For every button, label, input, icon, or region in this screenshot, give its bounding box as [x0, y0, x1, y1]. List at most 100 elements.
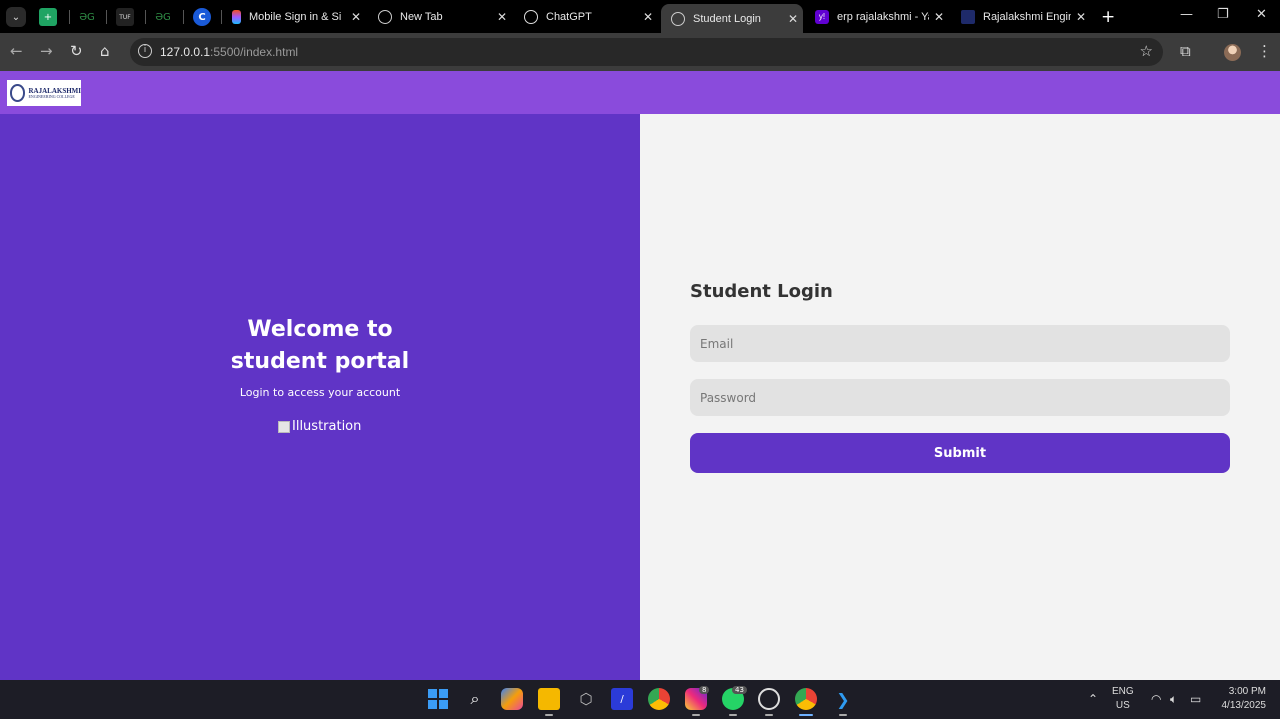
close-icon[interactable]: ✕: [1071, 10, 1091, 24]
extensions-icon[interactable]: ⧉: [1180, 42, 1191, 60]
tuf-icon[interactable]: TUF: [116, 8, 134, 26]
close-icon[interactable]: ✕: [929, 10, 949, 24]
bookmark-star-icon[interactable]: ☆: [1140, 42, 1153, 60]
search-icon[interactable]: ⌕: [464, 688, 486, 710]
volume-icon[interactable]: 🔈︎: [1170, 692, 1177, 707]
chrome-profile-icon[interactable]: [795, 688, 817, 710]
close-icon[interactable]: ✕: [492, 10, 512, 24]
geeksforgeeks-icon[interactable]: ƏG: [78, 8, 96, 26]
tab-divider: [183, 10, 184, 24]
chrome-icon[interactable]: [648, 688, 670, 710]
tab-title: New Tab: [400, 10, 443, 23]
whatsapp-badge: 43: [732, 686, 747, 694]
figma-icon: [232, 9, 241, 24]
login-panel: Student Login Submit: [640, 114, 1280, 680]
tab-title: Mobile Sign in & Si: [249, 10, 342, 23]
lang-line2: US: [1115, 700, 1130, 711]
sheets-icon[interactable]: +: [39, 8, 57, 26]
college-seal-icon: [10, 84, 26, 102]
close-icon[interactable]: ✕: [783, 12, 803, 26]
close-window-icon[interactable]: ✕: [1256, 7, 1267, 22]
profile-avatar[interactable]: [1224, 44, 1241, 61]
tab-student-login[interactable]: Student Login ✕: [661, 4, 803, 33]
tab-divider: [106, 10, 107, 24]
code-app-icon[interactable]: /: [611, 688, 633, 710]
cube-app-icon[interactable]: ⬡: [575, 688, 597, 710]
running-indicator: [839, 714, 847, 716]
tab-rajalakshmi-engine[interactable]: Rajalakshmi Engine ✕: [951, 4, 1091, 29]
vscode-icon[interactable]: ❯: [832, 688, 854, 710]
lang-line1: ENG: [1112, 686, 1134, 697]
wifi-icon[interactable]: ◠: [1151, 692, 1161, 706]
globe-icon: [671, 11, 685, 26]
tab-erp-rajalakshmi[interactable]: y! erp rajalakshmi - Ya ✕: [805, 4, 949, 29]
chatgpt-icon: [524, 9, 538, 24]
tab-title: Student Login: [693, 12, 761, 25]
welcome-subtext: Login to access your account: [239, 386, 401, 399]
yahoo-icon: y!: [815, 9, 829, 24]
rec-icon: [961, 9, 975, 24]
tab-divider: [69, 10, 70, 24]
tab-new-tab[interactable]: New Tab ✕: [368, 4, 512, 29]
clock[interactable]: 3:00 PM 4/13/2025: [1214, 685, 1267, 713]
instagram-badge: 8: [699, 686, 710, 694]
chatgpt-app-icon[interactable]: [758, 688, 780, 710]
home-icon[interactable]: ⌂: [100, 42, 110, 60]
back-icon[interactable]: ←: [10, 42, 23, 60]
active-indicator: [799, 714, 813, 716]
welcome-line2: student portal: [230, 349, 410, 374]
running-indicator: [729, 714, 737, 716]
geeksforgeeks-icon[interactable]: ƏG: [154, 8, 172, 26]
login-title: Student Login: [690, 281, 833, 302]
welcome-panel: Welcome to student portal Login to acces…: [0, 114, 640, 680]
start-icon[interactable]: [427, 688, 449, 710]
page-content: RAJALAKSHMI ENGINEERING COLLEGE Welcome …: [0, 71, 1280, 680]
tab-chatgpt[interactable]: ChatGPT ✕: [514, 4, 658, 29]
clock-date: 4/13/2025: [1221, 700, 1267, 711]
canva-icon[interactable]: C: [193, 8, 211, 26]
tab-divider: [145, 10, 146, 24]
site-header: RAJALAKSHMI ENGINEERING COLLEGE: [0, 71, 1280, 114]
submit-button[interactable]: Submit: [690, 433, 1230, 473]
site-info-icon[interactable]: i: [138, 44, 152, 58]
logo-text: RAJALAKSHMI ENGINEERING COLLEGE: [28, 87, 81, 99]
browser-toolbar: ← → ↻ ⌂ i 127.0.0.1:5500/index.html ☆ ⧉ …: [0, 33, 1280, 71]
illustration-alt-text: Illustration: [292, 419, 362, 434]
close-icon[interactable]: ✕: [346, 10, 366, 24]
close-icon[interactable]: ✕: [638, 10, 658, 24]
tab-title: ChatGPT: [546, 10, 592, 23]
new-tab-icon[interactable]: +: [1101, 7, 1115, 27]
copilot-icon[interactable]: [501, 688, 523, 710]
address-bar[interactable]: i 127.0.0.1:5500/index.html ☆: [130, 38, 1163, 66]
browser-tab-bar: ⌄ + ƏG TUF ƏG C Mobile Sign in & Si ✕ Ne…: [0, 0, 1280, 33]
forward-icon[interactable]: →: [40, 42, 53, 60]
restore-icon[interactable]: ❐: [1217, 7, 1229, 22]
menu-icon[interactable]: ⋮: [1257, 42, 1272, 60]
windows-taskbar: ⌕ ⬡ / 8 43 ❯ ⌃ ENG US ◠ 🔈︎ ▭ 3:00 PM 4/1…: [0, 680, 1280, 719]
running-indicator: [692, 714, 700, 716]
file-explorer-icon[interactable]: [538, 688, 560, 710]
url-path: :5500/index.html: [210, 45, 299, 59]
reload-icon[interactable]: ↻: [70, 42, 83, 60]
battery-icon[interactable]: ▭: [1190, 692, 1201, 706]
show-hidden-icons-icon[interactable]: ⌃: [1088, 692, 1098, 706]
url-host: 127.0.0.1: [160, 45, 211, 59]
running-indicator: [765, 714, 773, 716]
welcome-line1: Welcome to: [247, 317, 393, 342]
welcome-heading: Welcome to student portal: [0, 314, 640, 378]
clock-time: 3:00 PM: [1228, 686, 1266, 697]
illustration-image: Illustration: [278, 419, 361, 434]
tab-title: Rajalakshmi Engine: [983, 10, 1071, 23]
college-logo[interactable]: RAJALAKSHMI ENGINEERING COLLEGE: [7, 80, 81, 106]
password-field[interactable]: [690, 379, 1230, 416]
minimize-icon[interactable]: —: [1180, 7, 1193, 22]
broken-image-icon: [278, 420, 290, 433]
email-field[interactable]: [690, 325, 1230, 362]
tab-search-icon[interactable]: ⌄: [6, 7, 26, 27]
tab-title: erp rajalakshmi - Ya: [837, 10, 929, 23]
language-indicator[interactable]: ENG US: [1112, 685, 1134, 713]
url-text: 127.0.0.1:5500/index.html: [160, 45, 298, 59]
running-indicator: [545, 714, 553, 716]
tab-mobile-sign-in[interactable]: Mobile Sign in & Si ✕: [222, 4, 366, 29]
globe-icon: [378, 9, 392, 24]
